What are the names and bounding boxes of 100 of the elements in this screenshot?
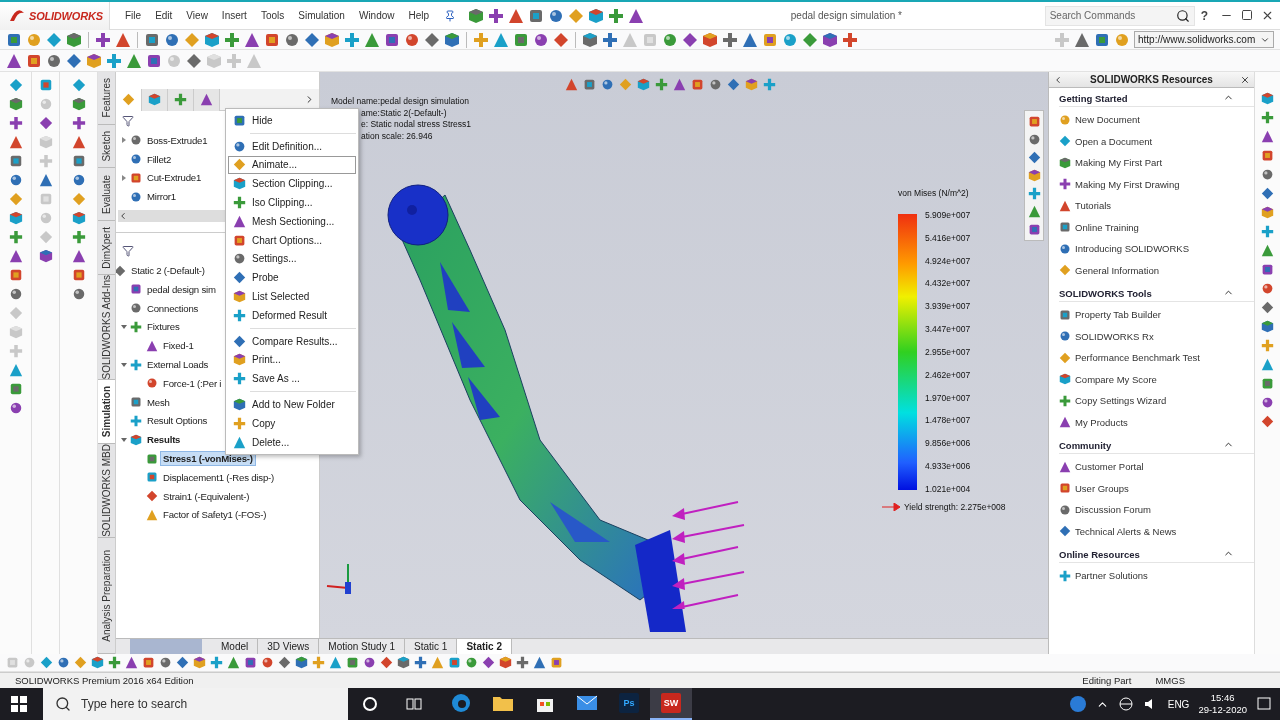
section-title: SOLIDWORKS Tools (1059, 288, 1152, 299)
status-text: SOLIDWORKS Premium 2016 x64 Edition (14, 675, 195, 686)
tree-item[interactable]: Fixtures (144, 319, 183, 335)
legend-value: 4.933e+006 (925, 461, 971, 472)
resource-link[interactable]: User Groups (1075, 482, 1129, 494)
legend-value: 5.909e+007 (925, 210, 971, 220)
resource-link[interactable]: SOLIDWORKS Rx (1075, 330, 1154, 342)
resource-link[interactable]: New Document (1075, 114, 1140, 126)
tab[interactable]: Static 2 (457, 639, 512, 654)
units-selector[interactable]: MMGS (1143, 675, 1197, 686)
menu-item[interactable]: Animate... (228, 155, 356, 175)
taskbar-button[interactable]: SW (650, 688, 692, 720)
menu-item[interactable]: File (118, 10, 149, 21)
app-logo: SOLIDWORKS (29, 9, 103, 22)
panel-title: SOLIDWORKS Resources (1089, 74, 1214, 85)
resource-link[interactable]: Copy Settings Wizard (1075, 395, 1167, 407)
menu-item[interactable]: Copy (228, 413, 356, 433)
address-field[interactable]: http://www.solidworks.com (1134, 31, 1274, 48)
tree-item[interactable]: Displacement1 (-Res disp-) (160, 469, 278, 485)
resource-link[interactable]: Technical Alerts & News (1075, 525, 1177, 537)
window-title: pedal design simulation * (789, 10, 903, 21)
menu-item[interactable]: Delete... (228, 432, 356, 452)
resource-link[interactable]: Partner Solutions (1075, 570, 1148, 582)
taskbar-search-field[interactable]: Type here to search (43, 688, 348, 720)
clock[interactable]: 15:46 29-12-2020 (1198, 692, 1247, 716)
tree-item[interactable]: Cut-Extrude1 (144, 170, 205, 186)
tree-item[interactable]: Mesh (144, 394, 173, 410)
resource-link[interactable]: Compare My Score (1075, 373, 1157, 385)
vertical-tab[interactable]: Simulation (98, 380, 115, 445)
tree-item[interactable]: pedal design sim (144, 281, 219, 297)
menu-item[interactable]: Deformed Result (228, 305, 356, 325)
tree-item[interactable]: Factor of Safety1 (-FOS-) (160, 507, 270, 523)
resource-link[interactable]: Online Training (1075, 221, 1139, 233)
menu-item[interactable]: Window (351, 10, 402, 21)
legend-value: 3.939e+007 (925, 301, 971, 312)
menu-item[interactable]: Settings... (228, 249, 356, 269)
menu-item[interactable]: Print... (228, 350, 356, 370)
legend-value: 1.021e+004 (925, 483, 971, 494)
legend-value: 2.462e+007 (925, 369, 971, 380)
menu-item[interactable]: Simulation (291, 10, 352, 21)
menu-item[interactable]: View (179, 10, 215, 21)
menu-item[interactable]: Edit Definition... (228, 136, 356, 156)
legend-value: 5.416e+007 (925, 232, 971, 243)
legend-value: 3.447e+007 (925, 324, 971, 335)
resource-link[interactable]: My Products (1075, 416, 1128, 428)
resource-link[interactable]: Making My First Part (1075, 157, 1163, 169)
resource-link[interactable]: Customer Portal (1075, 461, 1144, 473)
tree-item[interactable]: Static 2 (-Default-) (128, 263, 208, 279)
language-indicator[interactable]: ENG (1167, 698, 1190, 710)
menu-item[interactable]: Edit (148, 10, 180, 21)
resource-link[interactable]: General Information (1075, 264, 1159, 276)
menu-item[interactable]: Iso Clipping... (228, 193, 356, 212)
menu-item[interactable]: Tools (253, 10, 292, 21)
resource-link[interactable]: Performance Benchmark Test (1075, 352, 1200, 364)
tree-item[interactable]: Strain1 (-Equivalent-) (160, 488, 253, 504)
resource-link[interactable]: Introducing SOLIDWORKS (1075, 243, 1190, 255)
section-title: Online Resources (1059, 549, 1140, 560)
resource-link[interactable]: Property Tab Builder (1075, 309, 1161, 321)
search-field[interactable]: Search Commands (1044, 5, 1195, 26)
tree-item[interactable]: Stress1 (-vonMises-) (160, 451, 256, 467)
tree-item[interactable]: Force-1 (:Per i (160, 375, 225, 391)
menu-item[interactable]: Hide (228, 111, 356, 130)
help-button[interactable]: ? (1194, 8, 1214, 23)
yield-strength-text: Yield strength: 2.275e+008 (904, 502, 1006, 512)
plot-info-text: ation scale: 26.946 (360, 130, 434, 142)
tree-item[interactable]: Boss-Extrude1 (144, 132, 211, 148)
plot-info-text: ame:Static 2(-Default-) (360, 107, 448, 119)
tree-item[interactable]: External Loads (144, 357, 212, 373)
legend-value: 9.856e+006 (925, 438, 971, 449)
tree-item[interactable]: Results (144, 432, 184, 448)
menu-item[interactable]: Probe (228, 268, 356, 288)
resource-link[interactable]: Making My First Drawing (1075, 178, 1180, 190)
tree-item[interactable]: Fixed-1 (160, 338, 197, 354)
section-title: Community (1059, 440, 1112, 451)
menu-item[interactable]: Section Clipping... (228, 174, 356, 194)
menu-item[interactable]: Mesh Sectioning... (228, 212, 356, 231)
vertical-tab[interactable]: SOLIDWORKS MBD (98, 444, 115, 538)
tree-item[interactable]: Mirror1 (144, 189, 179, 205)
taskbar-button[interactable]: Ps (608, 688, 650, 720)
plot-info-text: Model name:pedal design simulation (331, 96, 470, 108)
menu-item[interactable]: Compare Results... (228, 331, 356, 351)
tree-item[interactable]: Connections (144, 300, 202, 316)
section-title: Getting Started (1059, 93, 1128, 104)
resource-link[interactable]: Discussion Forum (1075, 504, 1152, 516)
legend-value: 4.924e+007 (925, 255, 971, 266)
legend-title: von Mises (N/m^2) (898, 188, 970, 198)
legend-value: 1.478e+007 (925, 415, 971, 426)
menu-item[interactable]: List Selected (228, 287, 356, 306)
menu-item[interactable]: Help (401, 10, 437, 21)
menu-item[interactable]: Chart Options... (228, 230, 356, 250)
tree-item[interactable]: Result Options (144, 413, 211, 429)
vertical-tab[interactable]: SOLIDWORKS Add-Ins (98, 274, 115, 381)
menu-item[interactable]: Add to New Folder (228, 395, 356, 414)
status-text: Editing Part (1081, 675, 1133, 686)
resource-link[interactable]: Open a Document (1075, 135, 1153, 147)
menu-item[interactable]: Insert (214, 10, 254, 21)
resource-link[interactable]: Tutorials (1075, 200, 1112, 212)
menu-item[interactable]: Save As ... (228, 369, 356, 389)
legend-value: 2.955e+007 (925, 346, 971, 357)
tree-item[interactable]: Fillet2 (144, 151, 175, 167)
